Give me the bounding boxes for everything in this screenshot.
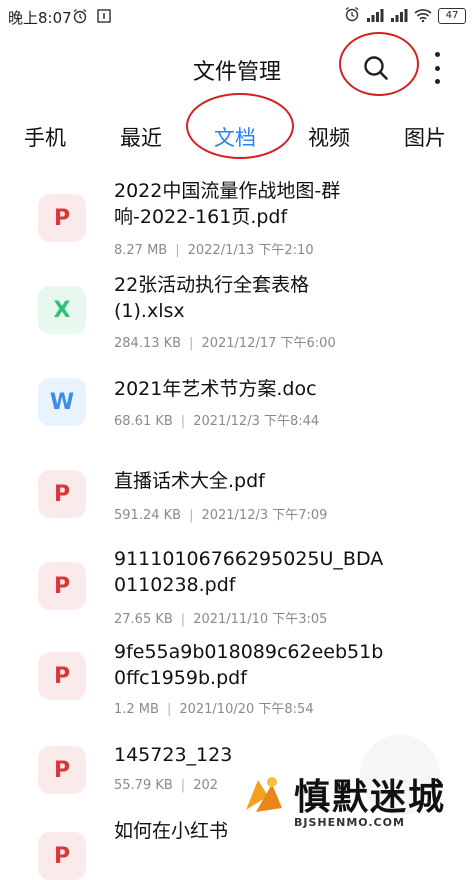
meta-separator: | — [166, 702, 172, 717]
list-item[interactable]: X 22张活动执行全套表格 (1).xlsx 284.13 KB | 2021/12… — [0, 264, 474, 360]
tab-videos[interactable]: 视频 — [308, 118, 350, 158]
file-size: 8.27 MB — [114, 243, 168, 258]
file-date: 202 — [193, 778, 219, 793]
file-size: 27.65 KB — [114, 612, 173, 627]
pdf-file-icon: P — [38, 746, 86, 794]
watermark-logo-icon — [246, 777, 282, 812]
list-item[interactable]: P 91110106766295025U_BDA 0110238.pdf 27.… — [0, 544, 474, 634]
file-date: 2021/12/3 下午7:09 — [201, 508, 328, 523]
watermark-title: 慎默迷城 — [294, 777, 447, 818]
meta-separator: | — [189, 508, 194, 523]
list-item[interactable]: P 直播话术大全.pdf 591.24 KB | 2021/12/3 下午7:09 — [0, 452, 474, 544]
notification-icon — [96, 8, 112, 28]
meta-separator: | — [180, 414, 186, 429]
meta-separator: | — [189, 336, 194, 351]
list-item[interactable]: W 2021年艺术节方案.doc 68.61 KB | 2021/12/3 下午8:… — [0, 360, 474, 452]
file-name: 2022中国流量作战地图-群 响-2022-161页.pdf — [114, 180, 341, 228]
tab-phone[interactable]: 手机 — [24, 118, 66, 158]
file-size: 55.79 KB — [114, 778, 173, 793]
tab-images[interactable]: 图片 — [404, 118, 446, 158]
signal-icon — [366, 7, 384, 26]
file-meta: 8.27 MB | 2022/1/13 下午2:10 — [114, 239, 314, 258]
pdf-file-icon: P — [38, 470, 86, 518]
meta-separator: | — [180, 612, 186, 627]
watermark: 慎默迷城 BJSHENMO.COM — [230, 770, 474, 842]
file-meta: 284.13 KB | 2021/12/17 下午6:00 — [114, 332, 336, 351]
search-icon — [364, 56, 388, 80]
file-size: 591.24 KB — [114, 508, 182, 523]
xlsx-file-icon: X — [38, 286, 86, 334]
tab-bar: 手机 最近 文档 视频 图片 — [0, 118, 474, 160]
pdf-file-icon: P — [38, 832, 86, 880]
battery-icon: 47 — [438, 8, 466, 24]
doc-file-icon: W — [38, 378, 86, 426]
status-time: 晚上8:07 — [8, 9, 72, 27]
more-icon-dot — [434, 79, 440, 84]
hd-signal-icon — [390, 7, 408, 26]
file-date: 2022/1/13 下午2:10 — [187, 243, 314, 258]
file-name: 直播话术大全.pdf — [114, 470, 265, 492]
file-meta: 68.61 KB | 2021/12/3 下午8:44 — [114, 410, 319, 429]
alarm-icon — [344, 6, 360, 26]
meta-separator: | — [175, 243, 180, 258]
file-meta: 1.2 MB | 2021/10/20 下午8:54 — [114, 698, 314, 717]
more-icon-dot — [434, 52, 440, 57]
file-size: 1.2 MB — [114, 702, 159, 717]
tab-recent[interactable]: 最近 — [120, 118, 162, 158]
more-button[interactable] — [428, 52, 446, 84]
file-date: 2021/12/17 下午6:00 — [201, 336, 336, 351]
more-icon-dot — [434, 65, 440, 71]
alarm-icon — [72, 8, 88, 28]
tab-documents[interactable]: 文档 — [214, 118, 256, 158]
file-meta: 55.79 KB | 202 — [114, 778, 218, 793]
file-name: 22张活动执行全套表格 (1).xlsx — [114, 274, 310, 322]
file-meta: 591.24 KB | 2021/12/3 下午7:09 — [114, 504, 327, 523]
file-date: 2021/12/3 下午8:44 — [193, 414, 320, 429]
pdf-file-icon: P — [38, 652, 86, 700]
file-name: 2021年艺术节方案.doc — [114, 378, 317, 400]
pdf-file-icon: P — [38, 194, 86, 242]
status-bar: 晚上8:07 47 — [0, 0, 474, 34]
file-date: 2021/11/10 下午3:05 — [193, 612, 328, 627]
pdf-file-icon: P — [38, 562, 86, 610]
file-size: 68.61 KB — [114, 414, 173, 429]
list-item[interactable]: P 9fe55a9b018089c62eeb51b 0ffc1959b.pdf … — [0, 634, 474, 726]
wifi-icon — [414, 7, 432, 26]
file-date: 2021/10/20 下午8:54 — [179, 702, 314, 717]
watermark-subtitle: BJSHENMO.COM — [294, 816, 405, 829]
file-name: 9fe55a9b018089c62eeb51b 0ffc1959b.pdf — [114, 641, 384, 689]
file-name: 91110106766295025U_BDA 0110238.pdf — [114, 548, 384, 596]
search-button[interactable] — [356, 48, 396, 88]
file-size: 284.13 KB — [114, 336, 182, 351]
meta-separator: | — [180, 778, 186, 793]
list-item[interactable]: P 2022中国流量作战地图-群 响-2022-161页.pdf 8.27 MB… — [0, 172, 474, 264]
file-meta: 27.65 KB | 2021/11/10 下午3:05 — [114, 608, 327, 627]
